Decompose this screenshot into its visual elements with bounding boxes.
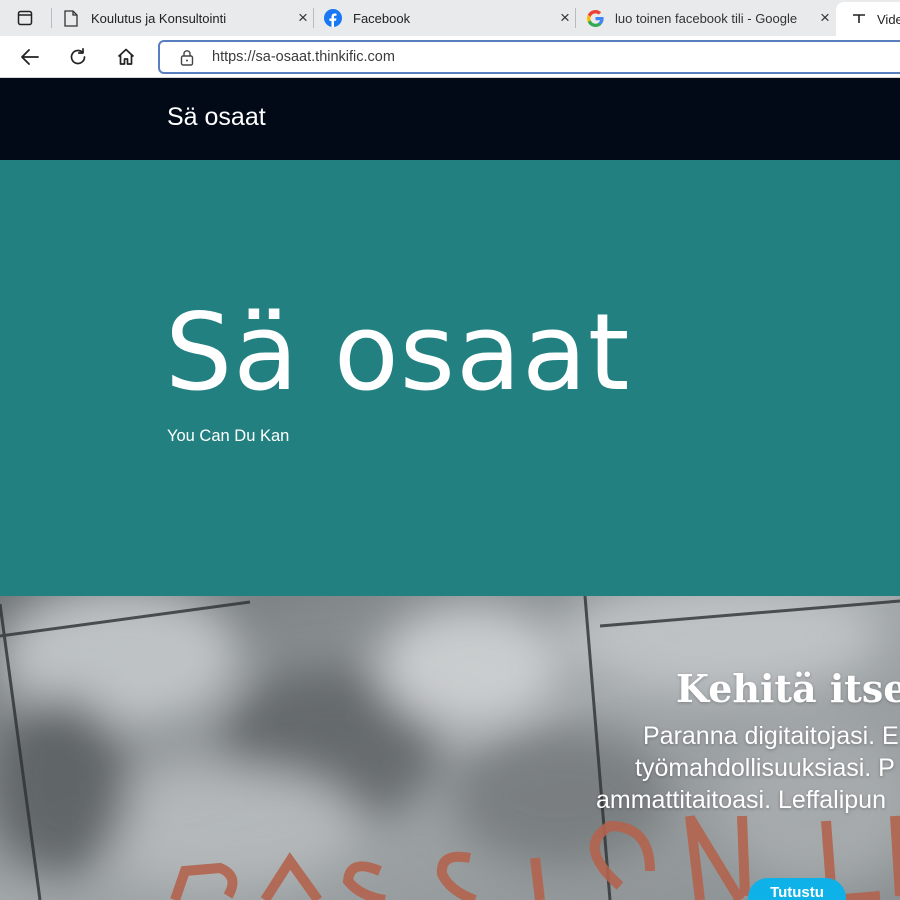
- hero-section: Sä osaat You Can Du Kan: [0, 160, 900, 596]
- hero-subtitle: You Can Du Kan: [167, 427, 290, 445]
- browser-tab-strip: Koulutus ja Konsultointi × Facebook × lu…: [0, 0, 900, 36]
- close-tab-icon[interactable]: ×: [816, 8, 834, 27]
- document-icon: [62, 9, 80, 27]
- close-tab-icon[interactable]: ×: [556, 8, 574, 27]
- tab-title: luo toinen facebook tili - Google: [615, 10, 798, 26]
- banner-title: Kehitä itseäs: [676, 666, 900, 711]
- facebook-icon: [324, 9, 342, 27]
- tab-google-search[interactable]: luo toinen facebook tili - Google ×: [586, 4, 834, 32]
- close-tab-icon[interactable]: ×: [294, 8, 312, 27]
- tab-actions-menu-icon[interactable]: [10, 6, 40, 30]
- home-icon: [117, 48, 135, 65]
- google-icon: [586, 9, 604, 27]
- browser-toolbar: https://sa-osaat.thinkific.com: [0, 36, 900, 78]
- address-bar[interactable]: https://sa-osaat.thinkific.com: [158, 40, 900, 74]
- tab-title: Facebook: [353, 10, 411, 26]
- video-icon: [850, 10, 868, 28]
- back-button[interactable]: [14, 42, 46, 72]
- tab-video-active[interactable]: Vide: [836, 2, 900, 36]
- tab-title: Koulutus ja Konsultointi: [91, 10, 227, 26]
- site-brand-link[interactable]: Sä osaat: [167, 103, 266, 132]
- tab-separator: [313, 8, 314, 28]
- tab-separator: [51, 8, 52, 28]
- banner-text-line: Paranna digitaitojasi. E: [643, 722, 899, 750]
- tab-koulutus[interactable]: Koulutus ja Konsultointi ×: [62, 4, 312, 32]
- home-button[interactable]: [110, 42, 142, 72]
- lock-icon[interactable]: [177, 47, 197, 67]
- banner-text-line: työmahdollisuuksiasi. P: [635, 754, 895, 782]
- banner-text-line: ammattitaitoasi. Leffalipun: [596, 786, 886, 814]
- tab-facebook[interactable]: Facebook ×: [324, 4, 574, 32]
- hero-title: Sä osaat: [165, 291, 631, 414]
- tab-separator: [575, 8, 576, 28]
- url-text: https://sa-osaat.thinkific.com: [212, 49, 395, 65]
- reload-button[interactable]: [62, 42, 94, 72]
- tab-title: Vide: [877, 11, 900, 27]
- back-arrow-icon: [21, 49, 39, 65]
- reload-icon: [70, 47, 86, 65]
- site-header: Sä osaat: [0, 78, 900, 160]
- image-banner: Kehitä itseäs Paranna digitaitojasi. E t…: [0, 596, 900, 900]
- tutustu-button[interactable]: Tutustu: [748, 878, 846, 900]
